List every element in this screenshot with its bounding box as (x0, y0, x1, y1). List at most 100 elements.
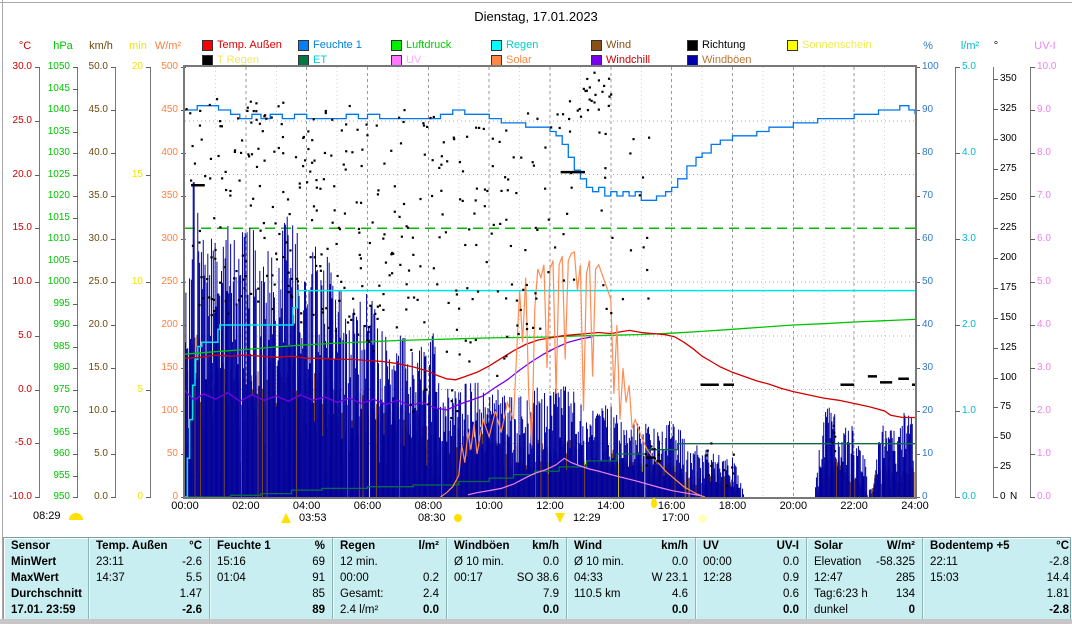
legend-item-label: Luftdruck (406, 39, 452, 51)
table-cell-value: W 23.1 (651, 572, 688, 584)
axis-tick-temp (35, 443, 40, 445)
table-column-name: Windböen (454, 540, 510, 552)
axis-tick-label-temp: 10.0 (12, 276, 32, 287)
axis-tick-label-uv: 5.0 (1037, 276, 1051, 287)
table-cell-row: 12 min. (333, 554, 446, 570)
table-column-solar: Solar W/m² Elevation -58.325 12:47 285 Tag:6:2… (806, 538, 922, 619)
table-cell-row: Ø 10 min. 0.0 (447, 554, 566, 570)
axis-tick-label-uv: 1.0 (1037, 448, 1051, 459)
sun-marker-label: 03:53 (299, 512, 327, 524)
axis-tick-label-deg: 350 (1000, 72, 1017, 84)
axis-tick-kmh (111, 368, 116, 369)
sun-marker-label: 08:29 (33, 510, 61, 522)
x-axis-tick-label: 08:00 (414, 500, 443, 512)
table-cell-row: 2.4 l/m² 0.0 (333, 602, 446, 618)
table-column-feuchte-1: Feuchte 1% 15:16 69 01:04 91 85 89 (209, 538, 332, 619)
table-cell-value: 285 (895, 572, 915, 584)
table-cell-row: 0.0 (567, 602, 695, 618)
sun-marker: 17:00 (662, 512, 707, 524)
table-cell-value: 0.0 (672, 604, 688, 616)
table-cell-value: 134 (895, 588, 915, 600)
table-cell-value: SO 38.6 (516, 572, 559, 584)
table-column-unit: W/m² (886, 540, 915, 552)
axis-tick-label-wm2: 200 (161, 319, 178, 330)
legend-item-label: Wind (606, 39, 632, 51)
x-axis-tick-label: 10:00 (475, 500, 503, 512)
axis-tick-temp (35, 335, 40, 337)
axis-tick-label-min: 5 (137, 383, 143, 395)
table-column-header: Windböen km/h (447, 538, 566, 554)
axis-tick-deg (993, 228, 998, 230)
table-cell-row: 0.0 (447, 602, 566, 618)
arrow-down-icon (555, 513, 565, 523)
weather-plot (184, 67, 916, 498)
axis-tick-kmh (111, 325, 116, 326)
axis-tick-label-kmh: 35.0 (88, 190, 108, 201)
axis-tick-label-wm2: 300 (161, 233, 178, 244)
weather-app-window: Dienstag, 17.01.2023 Temp. Außen Feuchte … (0, 0, 1072, 624)
axis-tick-deg (993, 168, 998, 170)
axis-tick-label-hpa: 960 (53, 448, 70, 459)
axis-tick-label-lm2: 3.0 (962, 233, 976, 244)
table-column-header: Temp. Außen °C (89, 538, 209, 554)
axis-tick-uv (1030, 153, 1035, 154)
table-cell-row: Ø 10 min. 0.0 (567, 554, 695, 570)
axis-tick-label-uv: 6.0 (1037, 233, 1051, 244)
table-column-unit: °C (189, 540, 202, 552)
table-column-windb-en: Windböen km/h Ø 10 min. 0.0 00:17 SO 38.6 7.9 0… (446, 538, 566, 619)
table-cell-time: 12:47 (814, 572, 843, 584)
axis-tick-label-temp: 20.0 (12, 168, 32, 180)
table-cell-time (210, 586, 217, 602)
table-cell-row: 01:04 91 (210, 570, 332, 586)
table-cell-value: 85 (312, 588, 325, 600)
table-cell-row: 12:47 285 (807, 570, 922, 586)
axis-unit-wm2: W/m² (154, 40, 182, 52)
table-column-name: Wind (574, 540, 602, 552)
legend-swatch-icon (687, 54, 698, 66)
axis-tick-min (146, 389, 151, 391)
legend-swatch-icon (391, 39, 402, 51)
table-cell-value: 2.4 (423, 588, 439, 600)
axis-tick-label-kmh: 15.0 (88, 362, 108, 373)
axis-tick-label-temp: -5.0 (14, 437, 32, 449)
table-cell-time: 15:16 (217, 556, 246, 568)
legend-item-label: Regen (506, 39, 539, 51)
table-cell-row: 0.6 (696, 586, 806, 602)
table-row-label: Sensor (4, 538, 88, 554)
table-cell-time: 00:17 (454, 572, 483, 584)
sun-marker: 12:29 (555, 512, 601, 524)
table-cell-row: 22:11 -2.8 (923, 554, 1072, 570)
axis-tick-label-hpa: 950 (53, 491, 70, 502)
table-cell-time (210, 602, 217, 618)
axis-tick-uv (1030, 454, 1035, 455)
axis-tick-label-uv: 7.0 (1037, 190, 1051, 201)
window-frame-top (0, 2, 1072, 3)
axis-tick-lm2 (955, 497, 960, 498)
axis-tick-uv (1030, 67, 1035, 68)
axis-tick-label-deg: 300 (1000, 132, 1017, 144)
axis-tick-label-kmh: 45.0 (88, 104, 108, 115)
axis-tick-label-wm2: 100 (161, 405, 178, 416)
axis-tick-label-wm2: 250 (161, 276, 178, 287)
axis-tick-kmh (111, 239, 116, 240)
axis-tick-label-uv: 8.0 (1037, 147, 1051, 158)
table-column-bodentemp-5: Bodentemp +5 °C 22:11 -2.8 15:03 14.4 1.81 -2.8 (922, 538, 1072, 619)
bottom-strip (0, 619, 1072, 624)
table-cell-time: 00:00 (340, 572, 369, 584)
table-cell-value: 91 (312, 572, 325, 584)
axis-tick-uv (1030, 196, 1035, 197)
legend-swatch-icon (591, 54, 602, 66)
legend-swatch-icon (202, 54, 213, 66)
axis-tick-label-uv: 3.0 (1037, 362, 1051, 373)
axis-tick-label-hpa: 1005 (47, 254, 70, 266)
sun-marker: 08:29 (33, 510, 83, 522)
axis-tick-deg (993, 287, 998, 289)
axis-tick-lm2 (955, 67, 960, 68)
table-cell-time: 14:37 (96, 572, 125, 584)
axis-tick-label-kmh: 10.0 (88, 405, 108, 416)
table-cell-time: 2.4 l/m² (340, 604, 379, 616)
table-cell-value: 7.9 (543, 588, 559, 600)
axis-tick-label-deg: 200 (1000, 252, 1017, 264)
table-row-label-text: Durchschnitt (11, 588, 82, 600)
axis-tick-label-pct: 30 (922, 362, 934, 373)
